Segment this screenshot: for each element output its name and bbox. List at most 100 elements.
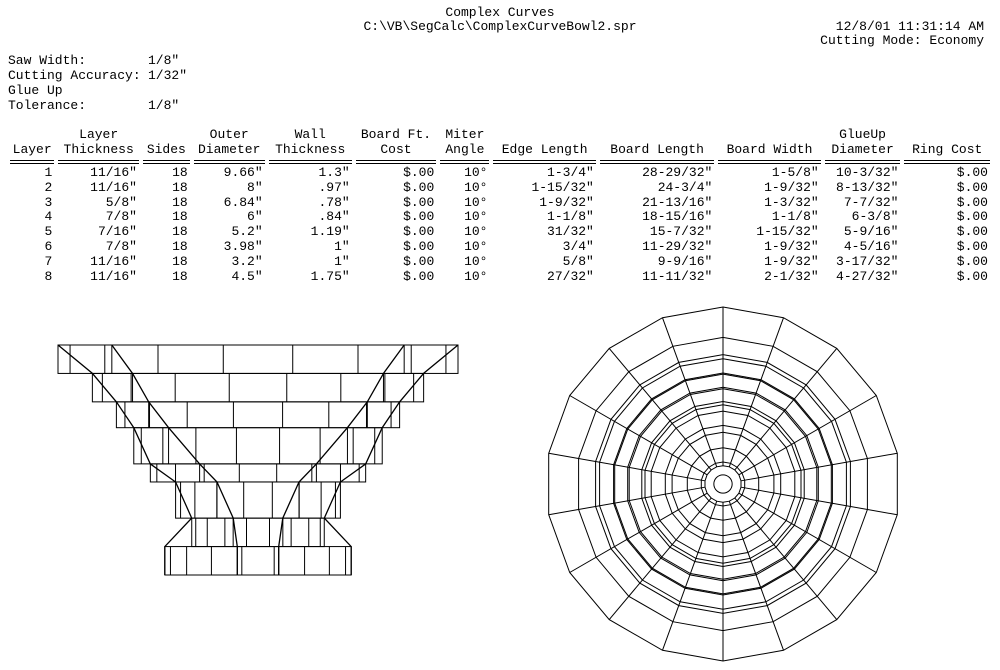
cell-layer: 2 (8, 181, 56, 196)
cell-edge_length: 3/4" (491, 240, 597, 255)
cell-miter_angle: 10° (438, 240, 491, 255)
col-miter-angle-1: Miter (438, 128, 491, 143)
col-sides-2: Sides (141, 143, 192, 158)
cell-board_width: 1-9/32" (716, 181, 822, 196)
cell-board_length: 9-9/16" (598, 255, 716, 270)
cell-ring_cost: $.00 (902, 255, 992, 270)
col-board-width-1 (716, 128, 822, 143)
cell-glueup_diameter: 10-3/32" (823, 166, 903, 181)
cell-outer_diameter: 3.2" (192, 255, 267, 270)
cell-board_ft_cost: $.00 (354, 240, 439, 255)
cell-board_width: 1-1/8" (716, 210, 822, 225)
col-ring-cost-1 (902, 128, 992, 143)
table-row: 57/16"185.2"1.19"$.0010°31/32"15-7/32"1-… (8, 225, 992, 240)
cell-miter_angle: 10° (438, 225, 491, 240)
cell-board_length: 11-11/32" (598, 270, 716, 285)
cutting-accuracy-label: Cutting Accuracy: (8, 69, 148, 84)
cell-layer_thickness: 11/16" (56, 270, 141, 285)
col-outer-diameter-2: Diameter (192, 143, 267, 158)
cell-layer_thickness: 7/8" (56, 210, 141, 225)
col-board-ft-cost-2: Cost (354, 143, 439, 158)
col-layer-thickness-2: Thickness (56, 143, 141, 158)
cell-board_length: 18-15/16" (598, 210, 716, 225)
cell-layer: 1 (8, 166, 56, 181)
cell-edge_length: 27/32" (491, 270, 597, 285)
cell-glueup_diameter: 6-3/8" (823, 210, 903, 225)
cell-glueup_diameter: 3-17/32" (823, 255, 903, 270)
cell-board_ft_cost: $.00 (354, 270, 439, 285)
cell-glueup_diameter: 8-13/32" (823, 181, 903, 196)
col-edge-length-2: Edge Length (491, 143, 597, 158)
cell-edge_length: 1-1/8" (491, 210, 597, 225)
cell-sides: 18 (141, 196, 192, 211)
table-row: 711/16"183.2"1"$.0010°5/8"9-9/16"1-9/32"… (8, 255, 992, 270)
cell-outer_diameter: 6" (192, 210, 267, 225)
cell-board_width: 1-3/32" (716, 196, 822, 211)
cell-board_ft_cost: $.00 (354, 196, 439, 211)
cell-ring_cost: $.00 (902, 225, 992, 240)
col-glueup-diameter-1: GlueUp (823, 128, 903, 143)
cell-glueup_diameter: 7-7/32" (823, 196, 903, 211)
cell-ring_cost: $.00 (902, 166, 992, 181)
cell-ring_cost: $.00 (902, 210, 992, 225)
cell-sides: 18 (141, 240, 192, 255)
col-wall-thickness-2: Thickness (267, 143, 354, 158)
col-layer-1 (8, 128, 56, 143)
cell-edge_length: 31/32" (491, 225, 597, 240)
col-board-ft-cost-1: Board Ft. (354, 128, 439, 143)
header-rule (8, 158, 992, 166)
cell-wall_thickness: 1" (267, 240, 354, 255)
cell-board_width: 1-9/32" (716, 255, 822, 270)
cell-board_ft_cost: $.00 (354, 225, 439, 240)
cell-ring_cost: $.00 (902, 181, 992, 196)
col-glueup-diameter-2: Diameter (823, 143, 903, 158)
header-row-1: Layer Outer Wall Board Ft. Miter GlueUp (8, 128, 992, 143)
cell-miter_angle: 10° (438, 210, 491, 225)
col-miter-angle-2: Angle (438, 143, 491, 158)
side-view-diagram (48, 333, 468, 593)
cell-wall_thickness: 1.19" (267, 225, 354, 240)
cell-board_width: 2-1/32" (716, 270, 822, 285)
layer-table: Layer Outer Wall Board Ft. Miter GlueUp … (8, 128, 992, 285)
cell-edge_length: 1-9/32" (491, 196, 597, 211)
cell-miter_angle: 10° (438, 181, 491, 196)
glue-tol-label: Glue Up Tolerance: (8, 84, 148, 114)
glue-tol-value: 1/8" (148, 98, 179, 113)
saw-width-value: 1/8" (148, 53, 179, 68)
cell-outer_diameter: 6.84" (192, 196, 267, 211)
table-row: 211/16"188".97"$.0010°1-15/32"24-3/4"1-9… (8, 181, 992, 196)
cell-board_length: 24-3/4" (598, 181, 716, 196)
cell-miter_angle: 10° (438, 270, 491, 285)
cell-layer: 4 (8, 210, 56, 225)
col-outer-diameter-1: Outer (192, 128, 267, 143)
cell-edge_length: 5/8" (491, 255, 597, 270)
cell-wall_thickness: .78" (267, 196, 354, 211)
col-board-width-2: Board Width (716, 143, 822, 158)
table-row: 35/8"186.84".78"$.0010°1-9/32"21-13/16"1… (8, 196, 992, 211)
cell-layer_thickness: 11/16" (56, 255, 141, 270)
table-row: 67/8"183.98"1"$.0010°3/4"11-29/32"1-9/32… (8, 240, 992, 255)
cell-board_ft_cost: $.00 (354, 210, 439, 225)
parameters-block: Saw Width:1/8" Cutting Accuracy:1/32" Gl… (8, 54, 992, 114)
cell-layer_thickness: 11/16" (56, 181, 141, 196)
cell-layer_thickness: 5/8" (56, 196, 141, 211)
cell-ring_cost: $.00 (902, 270, 992, 285)
cell-ring_cost: $.00 (902, 196, 992, 211)
cell-board_length: 15-7/32" (598, 225, 716, 240)
cutting-mode-label: Cutting Mode: (820, 33, 921, 48)
cell-layer: 5 (8, 225, 56, 240)
cell-outer_diameter: 4.5" (192, 270, 267, 285)
cell-wall_thickness: 1" (267, 255, 354, 270)
cell-edge_length: 1-15/32" (491, 181, 597, 196)
cell-layer_thickness: 7/16" (56, 225, 141, 240)
cell-miter_angle: 10° (438, 255, 491, 270)
table-row: 47/8"186".84"$.0010°1-1/8"18-15/16"1-1/8… (8, 210, 992, 225)
cell-board_width: 1-9/32" (716, 240, 822, 255)
cell-sides: 18 (141, 181, 192, 196)
cell-ring_cost: $.00 (902, 240, 992, 255)
cell-glueup_diameter: 4-5/16" (823, 240, 903, 255)
col-sides-1 (141, 128, 192, 143)
col-board-length-1 (598, 128, 716, 143)
cell-outer_diameter: 8" (192, 181, 267, 196)
table-row: 111/16"189.66"1.3"$.0010°1-3/4"28-29/32"… (8, 166, 992, 181)
